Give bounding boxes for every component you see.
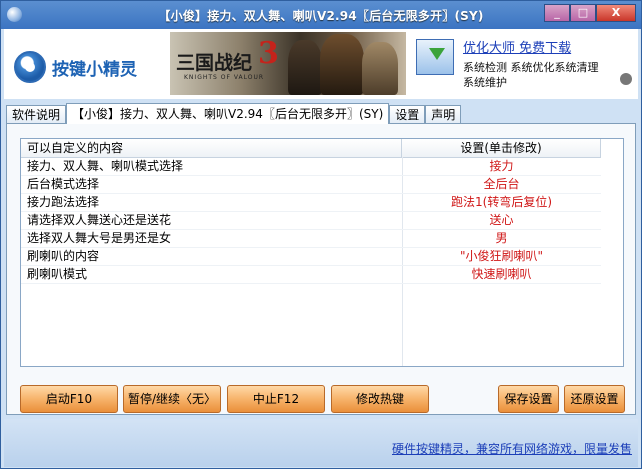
tab-strip: 软件说明 【小俊】接力、双人舞、喇叭V2.94〖后台无限多开〗(SY) 设置 声… [6,103,462,125]
window-controls: _ □ X [544,4,636,22]
hardware-promo-link[interactable]: 硬件按键精灵，兼容所有网络游戏，限量发售 [392,440,632,457]
edit-hotkey-button[interactable]: 修改热键 [331,385,429,413]
banner-title: 三国战纪 3 [176,36,279,75]
main-window: 【小俊】接力、双人舞、喇叭V2.94〖后台无限多开〗(SY) _ □ X 按键小… [0,0,642,469]
paw-icon [620,73,632,85]
list-row[interactable]: 请选择双人舞送心还是送花 送心 [21,212,601,230]
restore-settings-button[interactable]: 还原设置 [564,385,625,413]
list-row[interactable]: 接力、双人舞、喇叭模式选择 接力 [21,158,601,176]
minimize-button[interactable]: _ [544,4,570,22]
banner-title-text: 三国战纪 [176,52,253,74]
list-row[interactable]: 刷喇叭的内容 "小俊狂刷喇叭" [21,248,601,266]
start-button[interactable]: 启动F10 [20,385,118,413]
row-value[interactable]: 跑法1(转弯后复位) [402,194,601,211]
header-area: 按键小精灵 三国战纪 3 KNIGHTS OF VALOUR 优化大师 免费下载 … [4,29,638,99]
ad-title-link[interactable]: 优化大师 免费下载 [463,37,571,56]
footer-bar: 硬件按键精灵，兼容所有网络游戏，限量发售 [4,419,638,467]
tab-software-info[interactable]: 软件说明 [6,105,67,123]
row-item: 后台模式选择 [27,177,100,191]
tab-panel: 可以自定义的内容 设置(单击修改) 接力、双人舞、喇叭模式选择 接力 后台模式选择… [6,123,636,415]
ad-line-2: 系统维护 [463,76,507,89]
row-item: 选择双人舞大号是男还是女 [27,231,172,245]
stop-button[interactable]: 中止F12 [227,385,325,413]
settings-list[interactable]: 可以自定义的内容 设置(单击修改) 接力、双人舞、喇叭模式选择 接力 后台模式选择… [20,138,624,367]
tab-main[interactable]: 【小俊】接力、双人舞、喇叭V2.94〖后台无限多开〗(SY) [66,103,390,124]
game-banner[interactable]: 三国战纪 3 KNIGHTS OF VALOUR [170,32,406,95]
list-row[interactable]: 后台模式选择 全后台 [21,176,601,194]
row-value[interactable]: "小俊狂刷喇叭" [402,248,601,265]
ad-line-1: 系统检测 系统优化系统清理 [463,61,599,74]
banner-figure-right [362,42,398,95]
banner-figure-center [320,34,364,95]
row-item: 接力跑法选择 [27,195,100,209]
app-logo: 按键小精灵 [14,47,164,87]
list-row[interactable]: 选择双人舞大号是男还是女 男 [21,230,601,248]
row-item: 刷喇叭的内容 [27,249,100,263]
banner-number: 3 [258,36,279,71]
row-value[interactable]: 男 [402,230,601,247]
column-header-item[interactable]: 可以自定义的内容 [21,139,402,157]
column-header-setting[interactable]: 设置(单击修改) [402,139,601,157]
save-settings-button[interactable]: 保存设置 [498,385,559,413]
banner-figure-left [288,40,322,95]
logo-text: 按键小精灵 [52,59,137,80]
row-value[interactable]: 快速刷喇叭 [402,266,601,283]
row-item: 接力、双人舞、喇叭模式选择 [27,159,184,173]
row-item: 请选择双人舞送心还是送花 [27,213,172,227]
title-bar[interactable]: 【小俊】接力、双人舞、喇叭V2.94〖后台无限多开〗(SY) _ □ X [1,1,641,29]
row-value[interactable]: 送心 [402,212,601,229]
row-value[interactable]: 接力 [402,158,601,175]
maximize-button[interactable]: □ [570,4,596,22]
banner-subtitle: KNIGHTS OF VALOUR [184,74,265,81]
tab-statement[interactable]: 声明 [425,105,462,123]
list-row[interactable]: 接力跑法选择 跑法1(转弯后复位) [21,194,601,212]
download-icon[interactable] [416,39,454,75]
tab-settings[interactable]: 设置 [389,105,426,123]
ad-block: 优化大师 免费下载 系统检测 系统优化系统清理 系统维护 [416,35,616,95]
row-value[interactable]: 全后台 [402,176,601,193]
pause-resume-button[interactable]: 暂停/继续〈无〉 [123,385,221,413]
list-header: 可以自定义的内容 设置(单击修改) [21,139,601,158]
close-button[interactable]: X [596,4,636,22]
list-row[interactable]: 刷喇叭模式 快速刷喇叭 [21,266,601,284]
list-rows: 接力、双人舞、喇叭模式选择 接力 后台模式选择 全后台 接力跑法选择 跑法1(转弯后复… [21,158,601,284]
row-item: 刷喇叭模式 [27,267,88,281]
logo-icon [14,51,46,83]
